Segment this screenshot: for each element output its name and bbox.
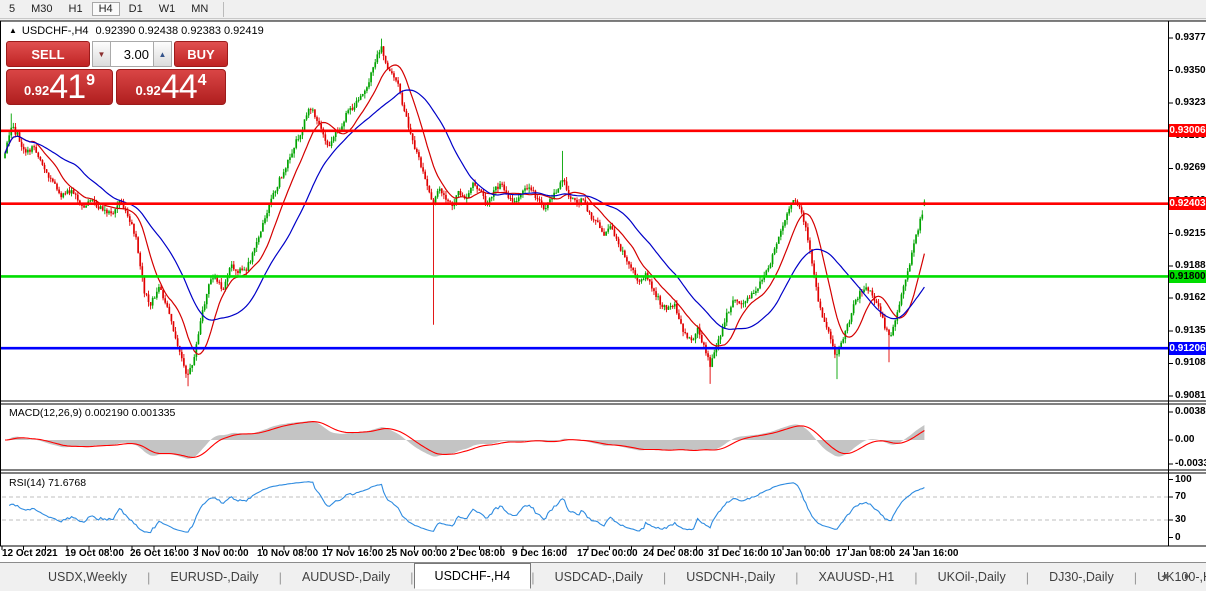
toolbar-separator — [223, 2, 224, 17]
tab-scroll-arrows[interactable]: ◄ ► — [1160, 571, 1198, 581]
timeframe-5[interactable]: 5 — [2, 2, 22, 16]
one-click-trading-widget: SELL ▼ ▲ BUY 0.92 41 9 0.92 44 4 — [6, 41, 228, 105]
bid-big-digits: 41 — [49, 72, 85, 102]
timeframe-buttons-anchor: 5M30H1H4D1W1MN — [2, 2, 217, 16]
timeframe-mn[interactable]: MN — [184, 2, 215, 16]
tab-usdx-weekly[interactable]: USDX,Weekly — [28, 565, 147, 590]
tab-xauusd-h1[interactable]: XAUUSD-,H1 — [799, 565, 915, 590]
ask-price-box[interactable]: 0.92 44 4 — [116, 69, 226, 105]
ask-pipette: 4 — [198, 76, 207, 86]
chart-title: ▲ USDCHF-,H4 0.92390 0.92438 0.92383 0.924… — [9, 25, 264, 37]
tab-usdcnh-daily[interactable]: USDCNH-,Daily — [666, 565, 795, 590]
timeframe-h4[interactable]: H4 — [92, 2, 120, 16]
timeframe-w1[interactable]: W1 — [152, 2, 183, 16]
ask-big-digits: 44 — [161, 72, 197, 102]
bid-prefix: 0.92 — [24, 83, 49, 98]
chart-ohlc-values: 0.92390 0.92438 0.92383 0.92419 — [96, 25, 264, 37]
timeframe-d1[interactable]: D1 — [122, 2, 150, 16]
tab-usdcad-daily[interactable]: USDCAD-,Daily — [535, 565, 663, 590]
volume-decrease-button[interactable]: ▼ — [92, 41, 110, 67]
volume-increase-button[interactable]: ▲ — [154, 41, 172, 67]
buy-button[interactable]: BUY — [174, 41, 228, 67]
timeframe-m30[interactable]: M30 — [24, 2, 59, 16]
tab-audusd-daily[interactable]: AUDUSD-,Daily — [282, 565, 410, 590]
symbol-tab-bar: USDX,Weekly|EURUSD-,Daily|AUDUSD-,Daily|… — [0, 562, 1206, 591]
tab-usdchf-h4[interactable]: USDCHF-,H4 — [414, 563, 532, 589]
tab-eurusd-daily[interactable]: EURUSD-,Daily — [150, 565, 278, 590]
volume-input[interactable] — [110, 41, 154, 67]
tab-ukoil-daily[interactable]: UKOil-,Daily — [918, 565, 1026, 590]
bid-pipette: 9 — [86, 76, 95, 86]
timeframe-toolbar: 5M30H1H4D1W1MN — [0, 0, 1206, 19]
bid-price-box[interactable]: 0.92 41 9 — [6, 69, 113, 105]
chart-symbol-period: USDCHF-,H4 — [22, 25, 89, 37]
volume-stepper: ▼ ▲ — [92, 41, 172, 67]
macd-label: MACD(12,26,9) 0.002190 0.001335 — [9, 407, 175, 419]
tab-dj30-daily[interactable]: DJ30-,Daily — [1029, 565, 1134, 590]
timeframe-h1[interactable]: H1 — [62, 2, 90, 16]
rsi-label: RSI(14) 71.6768 — [9, 477, 86, 489]
collapse-arrow-icon[interactable]: ▲ — [9, 26, 17, 35]
ask-prefix: 0.92 — [135, 83, 160, 98]
sell-button[interactable]: SELL — [6, 41, 90, 67]
